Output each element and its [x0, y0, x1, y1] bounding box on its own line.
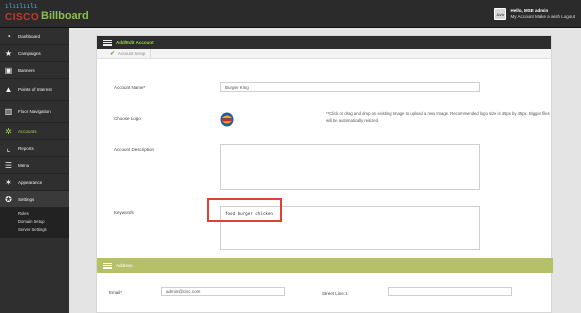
sidebar-item-settings[interactable]: ✪ Settings: [0, 191, 69, 208]
sidebar-item-points-of-interest[interactable]: ▲ Points of Interest: [0, 79, 69, 101]
sidebar-item-banners[interactable]: ▣ Banners: [0, 62, 69, 79]
image-icon: ▣: [4, 65, 13, 75]
sidebar-item-label: Dashboard: [18, 33, 41, 39]
star-icon: ★: [4, 48, 13, 58]
burger-king-logo-icon[interactable]: [220, 112, 234, 127]
sidebar-item-label: Appearance: [18, 179, 43, 185]
logo-upload-note: **Click or drag and drop on existing Ima…: [326, 111, 550, 123]
warning-icon: ▲: [4, 85, 13, 94]
address-section-header[interactable]: Address: [97, 258, 553, 273]
sidebar-item-label: Accounts: [18, 128, 37, 134]
list-icon: ☰: [4, 160, 13, 170]
sidebar-item-campaigns[interactable]: ★ Campaigns: [0, 45, 69, 62]
address-title: Address: [116, 263, 133, 268]
tab-account-setup[interactable]: ✔ Account Setup: [105, 48, 152, 59]
tab-label: Account Setup: [118, 51, 146, 56]
panel-title: Add/Edit Account: [116, 40, 154, 45]
menu-icon: [103, 262, 112, 269]
subnav-item-domain-setup[interactable]: Domain Setup: [0, 218, 69, 226]
subnav-item-roles[interactable]: Roles: [0, 210, 69, 218]
keywords-label: Keywords: [114, 210, 134, 215]
sidebar-item-menu[interactable]: ☰ Menu: [0, 157, 69, 174]
sidebar-item-label: Floor Navigation: [18, 108, 51, 114]
sidebar-item-label: Menu: [18, 162, 30, 168]
account-description-label: Account Description: [114, 147, 155, 152]
cisco-bars-icon: ılıılıılı: [5, 3, 38, 10]
street-line-1-label: Street Line 1:: [322, 291, 349, 296]
keywords-highlight-box: [207, 198, 282, 222]
sidebar-item-floor-navigation[interactable]: ▥ Floor Navigation: [0, 101, 69, 123]
user-links[interactable]: My Account Make a wish Logout: [510, 14, 575, 20]
sidebar-item-accounts[interactable]: ✲ Accounts: [0, 123, 69, 140]
settings-subnav: Roles Domain Setup Server Settings: [0, 208, 69, 238]
account-description-textarea[interactable]: [220, 144, 480, 190]
email-label: Email*: [109, 290, 123, 295]
email-input[interactable]: admin@cisc.com: [161, 287, 285, 296]
sidebar-item-label: Settings: [18, 196, 35, 202]
chart-icon: ⌞: [6, 143, 11, 153]
app-name: Billboard: [41, 10, 89, 22]
avatar[interactable]: Avtr: [494, 8, 507, 20]
floor-icon: ▥: [4, 107, 13, 116]
appearance-icon: ✶: [5, 177, 12, 187]
choose-logo-label: Choose Logo: [114, 116, 141, 121]
street-line-1-input[interactable]: [388, 287, 512, 296]
check-icon: ✔: [110, 51, 116, 57]
settings-icon: ✪: [5, 194, 12, 204]
sidebar-item-label: Campaigns: [18, 50, 41, 56]
sidebar-item-label: Reports: [18, 145, 34, 151]
subnav-item-server-settings[interactable]: Server Settings: [0, 226, 69, 234]
dashboard-icon: ◔: [6, 31, 11, 41]
sidebar-item-appearance[interactable]: ✶ Appearance: [0, 174, 69, 191]
account-name-label: Account Name*: [114, 85, 146, 90]
sidebar-item-label: Banners: [18, 67, 35, 73]
sidebar-item-label: Points of Interest: [18, 86, 52, 92]
panel-header: Add/Edit Account: [97, 36, 551, 49]
brand-name: CISCO: [5, 12, 40, 23]
menu-icon: [103, 39, 112, 46]
user-area: Avtr Hello, MSE admin My Account Make a …: [494, 6, 575, 22]
main-content: Add/Edit Account ✔ Account Setup Account…: [69, 28, 581, 313]
sidebar-item-dashboard[interactable]: ◔ Dashboard: [0, 28, 69, 45]
account-panel: Add/Edit Account ✔ Account Setup Account…: [96, 35, 553, 313]
top-bar: ılıılıılı CISCO Billboard Avtr Hello, MS…: [0, 0, 581, 28]
tab-bar: ✔ Account Setup: [97, 48, 551, 59]
gear-icon: ✲: [5, 126, 12, 136]
sidebar-item-reports[interactable]: ⌞ Reports: [0, 140, 69, 157]
account-name-input[interactable]: Burger King: [220, 82, 480, 92]
app-logo[interactable]: ılıılıılı CISCO Billboard: [5, 3, 100, 25]
sidebar: ◔ Dashboard ★ Campaigns ▣ Banners ▲ Poin…: [0, 28, 69, 313]
